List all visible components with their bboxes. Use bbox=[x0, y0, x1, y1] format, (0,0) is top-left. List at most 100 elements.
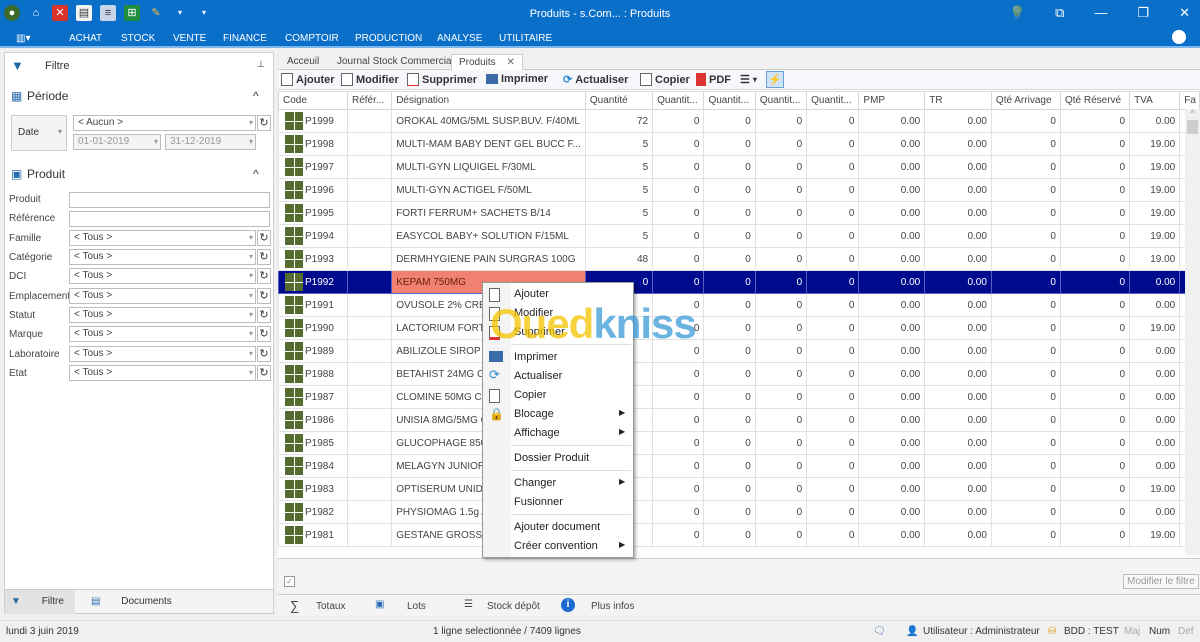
reference-cell[interactable] bbox=[346, 477, 393, 501]
q4-cell[interactable]: 0 bbox=[754, 385, 808, 409]
code-cell[interactable]: P1995 bbox=[278, 201, 348, 225]
q3-cell[interactable]: 0 bbox=[703, 247, 756, 271]
q3-cell[interactable]: 0 bbox=[703, 523, 756, 547]
q3-cell[interactable]: 0 bbox=[703, 201, 756, 225]
arrivage-cell[interactable]: 0 bbox=[990, 201, 1061, 225]
q2-cell[interactable]: 0 bbox=[652, 178, 705, 202]
lots-tab[interactable]: Lots bbox=[407, 601, 426, 612]
menu-item-fusionner[interactable]: Fusionner bbox=[514, 496, 563, 508]
reference-cell[interactable] bbox=[346, 270, 393, 294]
column-header[interactable]: Fa bbox=[1179, 91, 1200, 110]
q5-cell[interactable]: 0 bbox=[806, 408, 860, 432]
q3-cell[interactable]: 0 bbox=[703, 132, 756, 156]
menu-item-affichage[interactable]: Affichage ▶ bbox=[514, 427, 625, 439]
tva-cell[interactable]: 0.00 bbox=[1129, 270, 1181, 294]
q4-cell[interactable]: 0 bbox=[754, 523, 808, 547]
q5-cell[interactable]: 0 bbox=[806, 454, 860, 478]
qte-cell[interactable]: 5 bbox=[584, 224, 654, 248]
menu-item-blocage[interactable]: Blocage ▶ bbox=[514, 408, 625, 420]
vertical-scrollbar[interactable]: ^ bbox=[1185, 109, 1200, 555]
q4-cell[interactable]: 0 bbox=[754, 270, 808, 294]
q5-cell[interactable]: 0 bbox=[806, 316, 860, 340]
collapse-periode-icon[interactable]: ^ bbox=[253, 89, 259, 103]
reference-cell[interactable] bbox=[346, 339, 393, 363]
arrivage-cell[interactable]: 0 bbox=[990, 431, 1061, 455]
tab-acceuil[interactable]: Acceuil bbox=[280, 54, 326, 70]
tr-cell[interactable]: 0.00 bbox=[924, 109, 992, 133]
arrivage-cell[interactable]: 0 bbox=[990, 523, 1061, 547]
pmp-cell[interactable]: 0.00 bbox=[858, 477, 926, 501]
actualiser-button[interactable]: ⟳ Actualiser bbox=[563, 73, 628, 87]
code-cell[interactable]: P1987 bbox=[278, 385, 348, 409]
table-row[interactable]: P1993 DERMHYGIENE PAIN SURGRAS 100G 48 0 0 0 0… bbox=[278, 247, 1200, 271]
q5-cell[interactable]: 0 bbox=[806, 431, 860, 455]
arrivage-cell[interactable]: 0 bbox=[990, 155, 1061, 179]
imprimer-button[interactable]: Imprimer bbox=[486, 73, 548, 85]
application-menu-icon[interactable]: ▥▾ bbox=[16, 33, 30, 44]
column-header[interactable]: Quantit... bbox=[703, 91, 756, 110]
code-cell[interactable]: P1991 bbox=[278, 293, 348, 317]
designation-cell[interactable]: MULTI-GYN LIQUIGEL F/30ML bbox=[391, 155, 586, 179]
arrivage-cell[interactable]: 0 bbox=[990, 224, 1061, 248]
arrivage-cell[interactable]: 0 bbox=[990, 109, 1061, 133]
reserve-cell[interactable]: 0 bbox=[1059, 201, 1131, 225]
q5-cell[interactable]: 0 bbox=[806, 477, 860, 501]
menu-item-dossier-produit[interactable]: Dossier Produit bbox=[514, 452, 589, 464]
reserve-cell[interactable]: 0 bbox=[1059, 362, 1131, 386]
q4-cell[interactable]: 0 bbox=[754, 500, 808, 524]
categorie-select[interactable]: < Tous > ▾ bbox=[69, 249, 256, 265]
date-from-field[interactable]: 01-01-2019 ▾ bbox=[73, 134, 161, 150]
reserve-cell[interactable]: 0 bbox=[1059, 224, 1131, 248]
reference-cell[interactable] bbox=[346, 316, 393, 340]
reserve-cell[interactable]: 0 bbox=[1059, 132, 1131, 156]
designation-cell[interactable]: FORTI FERRUM+ SACHETS B/14 bbox=[391, 201, 586, 225]
column-header[interactable]: Quantit... bbox=[806, 91, 860, 110]
tva-cell[interactable]: 0.00 bbox=[1129, 431, 1181, 455]
designation-cell[interactable]: EASYCOL BABY+ SOLUTION F/15ML bbox=[391, 224, 586, 248]
reserve-cell[interactable]: 0 bbox=[1059, 293, 1131, 317]
collapse-produit-icon[interactable]: ^ bbox=[253, 167, 259, 181]
qte-cell[interactable]: 5 bbox=[584, 201, 654, 225]
tr-cell[interactable]: 0.00 bbox=[924, 316, 992, 340]
table-row[interactable]: P1992 KEPAM 750MG 0 0 0 0 0 0.00 0.00 0 0 0.00 bbox=[278, 270, 1200, 294]
tva-cell[interactable]: 0.00 bbox=[1129, 500, 1181, 524]
q3-cell[interactable]: 0 bbox=[703, 454, 756, 478]
produit-input[interactable] bbox=[69, 192, 270, 208]
refresh-statut-button[interactable]: ↻ bbox=[257, 307, 271, 323]
tr-cell[interactable]: 0.00 bbox=[924, 247, 992, 271]
column-header[interactable]: Code bbox=[278, 91, 348, 110]
tr-cell[interactable]: 0.00 bbox=[924, 500, 992, 524]
arrivage-cell[interactable]: 0 bbox=[990, 385, 1061, 409]
arrivage-cell[interactable]: 0 bbox=[990, 362, 1061, 386]
q5-cell[interactable]: 0 bbox=[806, 155, 860, 179]
arrivage-cell[interactable]: 0 bbox=[990, 293, 1061, 317]
reference-cell[interactable] bbox=[346, 201, 393, 225]
tr-cell[interactable]: 0.00 bbox=[924, 201, 992, 225]
q5-cell[interactable]: 0 bbox=[806, 132, 860, 156]
tab-filtre[interactable]: ▼ Filtre bbox=[5, 590, 75, 614]
reserve-cell[interactable]: 0 bbox=[1059, 339, 1131, 363]
q3-cell[interactable]: 0 bbox=[703, 109, 756, 133]
code-cell[interactable]: P1992 bbox=[278, 270, 348, 294]
table-row[interactable]: P1999 OROKAL 40MG/5ML SUSP.BUV. F/40ML 72 0… bbox=[278, 109, 1200, 133]
column-header[interactable]: PMP bbox=[858, 91, 926, 110]
pmp-cell[interactable]: 0.00 bbox=[858, 247, 926, 271]
refresh-etat-button[interactable]: ↻ bbox=[257, 365, 271, 381]
qte-cell[interactable]: 72 bbox=[584, 109, 654, 133]
q4-cell[interactable]: 0 bbox=[754, 339, 808, 363]
q2-cell[interactable]: 0 bbox=[652, 132, 705, 156]
refresh-marque-button[interactable]: ↻ bbox=[257, 326, 271, 342]
q5-cell[interactable]: 0 bbox=[806, 362, 860, 386]
supprimer-button[interactable]: Supprimer bbox=[407, 73, 477, 86]
tva-cell[interactable]: 19.00 bbox=[1129, 316, 1181, 340]
reserve-cell[interactable]: 0 bbox=[1059, 316, 1131, 340]
menu-comptoir[interactable]: COMPTOIR bbox=[285, 33, 339, 44]
q5-cell[interactable]: 0 bbox=[806, 224, 860, 248]
q3-cell[interactable]: 0 bbox=[703, 316, 756, 340]
q3-cell[interactable]: 0 bbox=[703, 431, 756, 455]
code-cell[interactable]: P1985 bbox=[278, 431, 348, 455]
table-row[interactable]: P1988 BETAHIST 24MG CP 0 0 0 0 0.00 0.00 0 0 0.00 bbox=[278, 362, 1200, 386]
q3-cell[interactable]: 0 bbox=[703, 178, 756, 202]
q5-cell[interactable]: 0 bbox=[806, 109, 860, 133]
code-cell[interactable]: P1986 bbox=[278, 408, 348, 432]
